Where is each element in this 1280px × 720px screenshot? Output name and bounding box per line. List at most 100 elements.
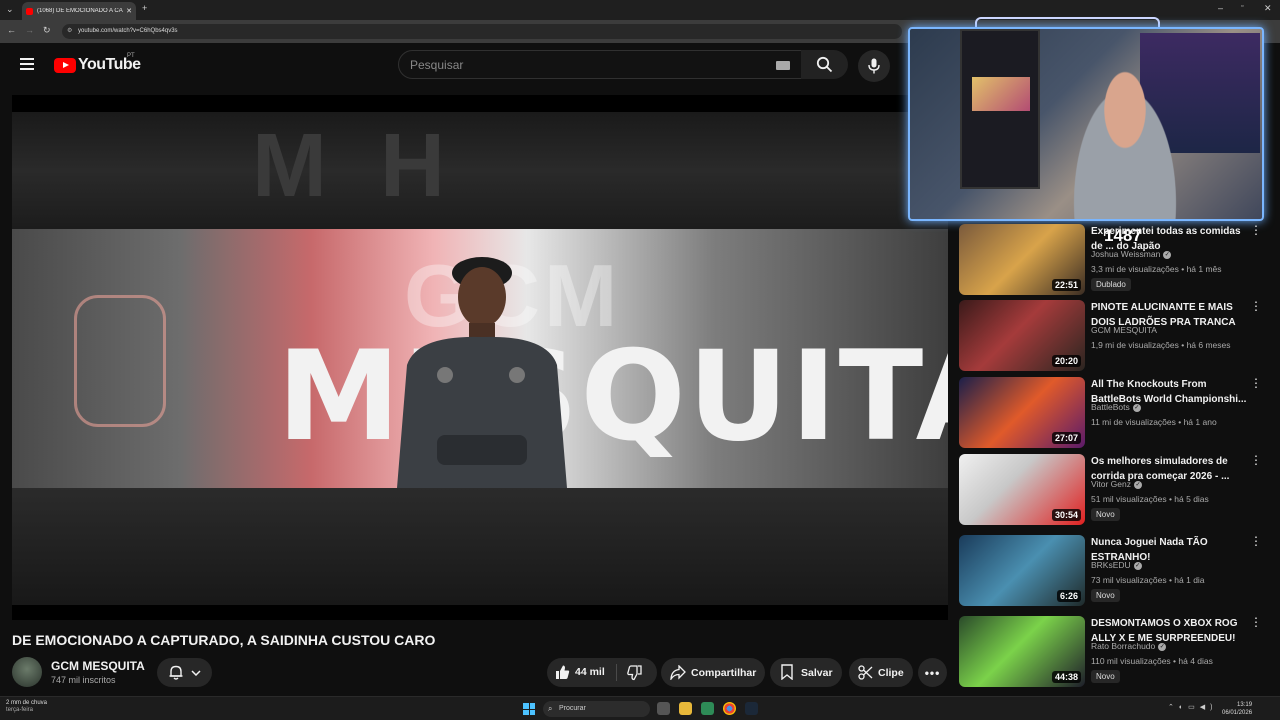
recommendation-item[interactable]: 20:20 PINOTE ALUCINANTE E MAIS DOIS LADRÕ… (959, 300, 1269, 372)
taskbar-search[interactable]: ⌕ Procurar (543, 701, 650, 717)
more-vertical-icon[interactable]: ⋮ (1250, 454, 1262, 466)
more-vertical-icon[interactable]: ⋮ (1250, 616, 1262, 628)
verified-check-icon: ✓ (1163, 250, 1172, 259)
like-button[interactable]: 44 mil (547, 658, 616, 687)
windows-start-icon[interactable] (523, 703, 535, 715)
close-tab-icon[interactable]: ✕ (126, 7, 132, 15)
tab-list-icon[interactable]: ⌄ (6, 4, 14, 15)
weather-day: terça-feira (6, 707, 34, 713)
video-thumbnail[interactable]: 6:26 (959, 535, 1085, 606)
recommendation-meta: 1,9 mi de visualizações • há 6 meses (1091, 340, 1231, 350)
video-thumbnail[interactable]: 30:54 (959, 454, 1085, 525)
video-thumbnail[interactable]: 20:20 (959, 300, 1085, 371)
recommendation-item[interactable]: 44:38 DESMONTAMOS O XBOX ROG ALLY X E ME … (959, 616, 1269, 688)
forward-icon[interactable]: → (25, 25, 34, 35)
minimize-icon[interactable]: – (1218, 3, 1223, 13)
video-decor-shape (74, 295, 166, 427)
file-explorer-icon[interactable] (679, 702, 692, 715)
windows-taskbar: 2 mm de chuva terça-feira ⌕ Procurar ⌃◐▭… (0, 696, 1280, 720)
officer-figure (397, 257, 567, 488)
video-duration: 20:20 (1051, 355, 1081, 367)
system-tray[interactable]: ⌃◐▭◀) (1168, 703, 1217, 711)
video-duration: 22:51 (1051, 279, 1081, 291)
close-window-icon[interactable]: ✕ (1264, 3, 1272, 14)
more-vertical-icon[interactable]: ⋮ (1250, 224, 1262, 236)
dislike-button[interactable] (617, 658, 657, 687)
keyboard-icon[interactable] (776, 61, 790, 70)
more-actions-button[interactable]: ••• (918, 658, 947, 687)
recommendation-channel[interactable]: GCM MESQUITA (1091, 325, 1157, 335)
verified-check-icon: ✓ (1133, 561, 1142, 570)
video-frame-bottom (12, 488, 948, 605)
task-view-icon[interactable] (657, 702, 670, 715)
voice-search-button[interactable] (858, 50, 890, 82)
channel-name[interactable]: GCM MESQUITA (51, 659, 145, 673)
video-thumbnail[interactable]: 22:51 (959, 224, 1085, 295)
weather-text: 2 mm de chuva (6, 700, 48, 706)
recommendation-channel-name: Joshua Weissman (1091, 249, 1161, 259)
video-title: DE EMOCIONADO A CAPTURADO, A SAIDINHA CU… (12, 632, 436, 648)
microphone-icon (868, 58, 880, 74)
youtube-logo[interactable]: YouTube PT (54, 53, 141, 74)
recommendation-meta: 3,3 mi de visualizações • há 1 mês (1091, 264, 1222, 274)
share-button[interactable]: Compartilhar (661, 658, 765, 687)
more-vertical-icon[interactable]: ⋮ (1250, 377, 1262, 389)
search-input[interactable]: Pesquisar (398, 50, 803, 79)
more-vertical-icon[interactable]: ⋮ (1250, 300, 1262, 312)
recommendation-item[interactable]: 22:51 Experimentei todas as comidas de ..… (959, 224, 1269, 296)
clip-button[interactable]: Clipe (849, 658, 913, 687)
recommendation-channel-name: Vitor Genz (1091, 479, 1132, 489)
recommendation-channel[interactable]: Vitor Genz ✓ (1091, 479, 1143, 489)
recommendation-channel[interactable]: BattleBots ✓ (1091, 402, 1141, 412)
save-label: Salvar (801, 666, 833, 679)
recommendation-badge: Novo (1091, 589, 1120, 602)
recommendation-meta: 110 mil visualizações • há 4 dias (1091, 656, 1213, 666)
arcade-cabinet (960, 29, 1040, 189)
like-dislike-group: 44 mil (547, 658, 657, 687)
recommendation-channel[interactable]: Rato Borrachudo ✓ (1091, 641, 1167, 651)
clock-date: 06/01/2026 (1222, 710, 1253, 716)
reload-icon[interactable]: ↻ (43, 25, 51, 36)
verified-check-icon: ✓ (1134, 480, 1143, 489)
url-field[interactable]: ⚙ youtube.com/watch?v=C6hQbs4qv3s (62, 24, 902, 39)
share-label: Compartilhar (691, 666, 757, 679)
recommendation-channel[interactable]: Joshua Weissman ✓ (1091, 249, 1172, 259)
search-placeholder: Pesquisar (410, 58, 464, 72)
steam-icon[interactable] (745, 702, 758, 715)
channel-avatar[interactable] (12, 657, 42, 687)
taskbar-search-icon: ⌕ (548, 704, 553, 713)
scissors-icon (858, 665, 873, 680)
video-player[interactable]: M H GCM MESQUITA (12, 95, 948, 620)
chrome-icon[interactable] (723, 702, 736, 715)
new-tab-icon[interactable]: + (142, 3, 147, 13)
recommendation-item[interactable]: 27:07 All The Knockouts From BattleBots W… (959, 377, 1269, 449)
maximize-icon[interactable]: ▫ (1241, 3, 1243, 10)
share-icon (670, 665, 686, 680)
save-button[interactable]: Salvar (770, 658, 842, 687)
store-icon[interactable] (701, 702, 714, 715)
video-thumbnail[interactable]: 27:07 (959, 377, 1085, 448)
url-text: youtube.com/watch?v=C6hQbs4qv3s (78, 28, 178, 34)
bell-icon (169, 665, 182, 680)
more-vertical-icon[interactable]: ⋮ (1250, 535, 1262, 547)
video-ghost-text: M H (252, 116, 459, 216)
search-button[interactable] (801, 50, 848, 79)
search-icon (816, 56, 833, 73)
streamer-figure (1060, 59, 1190, 219)
weather-widget[interactable]: 2 mm de chuva terça-feira (6, 700, 47, 714)
site-info-icon[interactable]: ⚙ (67, 24, 72, 39)
back-icon[interactable]: ← (7, 25, 16, 35)
recommendation-channel[interactable]: BRKsEDU ✓ (1091, 560, 1142, 570)
webcam-overlay (908, 27, 1264, 221)
tab-title: (1068) DE EMOCIONADO A CA... (37, 8, 124, 14)
video-thumbnail[interactable]: 44:38 (959, 616, 1085, 687)
recommendation-item[interactable]: 30:54 Os melhores simuladores de corrida … (959, 454, 1269, 526)
recommendation-channel-name: BattleBots (1091, 402, 1130, 412)
browser-tab[interactable]: (1068) DE EMOCIONADO A CA... ✕ (22, 2, 136, 20)
menu-icon[interactable] (20, 58, 34, 70)
taskbar-clock[interactable]: 13:19 06/01/2026 (1222, 701, 1252, 717)
more-horizontal-icon: ••• (924, 665, 941, 680)
notifications-button[interactable] (157, 658, 212, 687)
taskbar-search-label: Procurar (559, 705, 586, 712)
recommendation-item[interactable]: 6:26 Nunca Joguei Nada TÃO ESTRANHO! BRKsE… (959, 535, 1269, 607)
